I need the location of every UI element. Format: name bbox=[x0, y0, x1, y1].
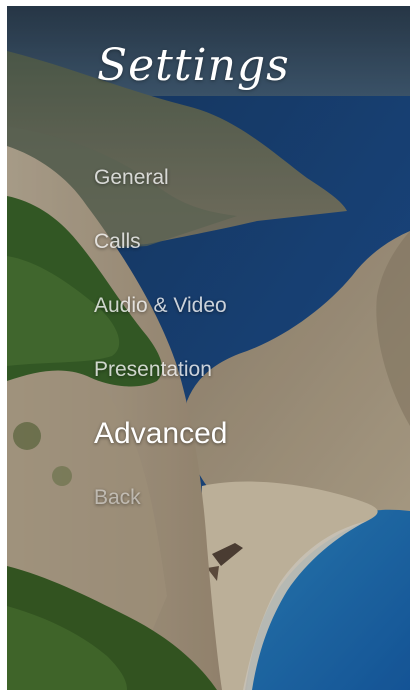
menu-item-calls[interactable]: Calls bbox=[94, 210, 227, 274]
menu-item-back[interactable]: Back bbox=[94, 466, 227, 530]
page-title: Settings bbox=[97, 40, 290, 91]
menu-item-audio-video[interactable]: Audio & Video bbox=[94, 274, 227, 338]
menu-item-presentation[interactable]: Presentation bbox=[94, 338, 227, 402]
settings-screen: Settings General Calls Audio & Video Pre… bbox=[7, 6, 410, 690]
menu-item-general[interactable]: General bbox=[94, 146, 227, 210]
settings-menu: General Calls Audio & Video Presentation… bbox=[94, 146, 227, 530]
menu-item-advanced[interactable]: Advanced bbox=[94, 402, 227, 466]
